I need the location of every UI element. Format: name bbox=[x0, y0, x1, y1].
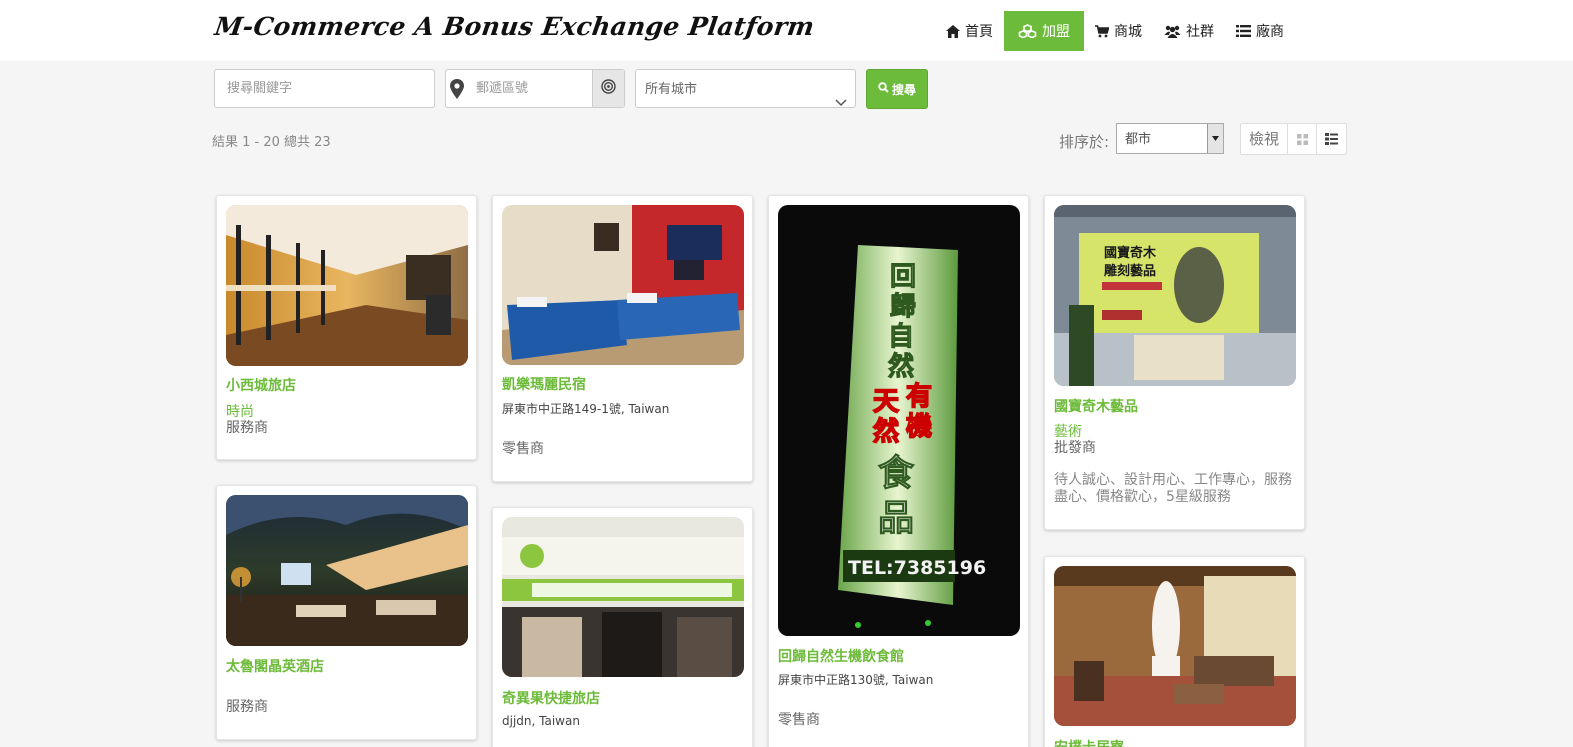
city-select[interactable]: 所有城市 bbox=[635, 69, 856, 108]
store-title[interactable]: 回歸自然生機飲食館 bbox=[778, 646, 904, 666]
grid-view-button[interactable] bbox=[1288, 124, 1318, 154]
chevron-down-icon bbox=[835, 84, 847, 124]
dropdown-arrow-icon bbox=[1207, 124, 1223, 153]
list-view-button[interactable] bbox=[1317, 124, 1346, 154]
cubes-icon bbox=[1018, 24, 1037, 38]
home-icon bbox=[946, 24, 960, 38]
sign-text: 然 bbox=[888, 351, 914, 382]
sign-text: 回 bbox=[890, 262, 916, 292]
store-card[interactable]: 小西城旅店 時尚 服務商 bbox=[216, 195, 477, 460]
nav-item-vendors[interactable]: 廠商 bbox=[1225, 11, 1295, 51]
cart-icon bbox=[1095, 24, 1109, 38]
nav-item-home[interactable]: 首頁 bbox=[935, 11, 1004, 51]
view-label: 檢視 bbox=[1241, 124, 1289, 154]
view-toggle-group: 檢視 bbox=[1240, 123, 1348, 155]
store-type: 批發商 bbox=[1054, 440, 1096, 456]
sort-select[interactable]: 都市 bbox=[1116, 123, 1224, 154]
sign-text: 雕刻藝品 bbox=[1104, 263, 1156, 279]
store-title[interactable]: 安樸卡居寮 bbox=[1054, 737, 1124, 747]
store-card[interactable]: 凱樂瑪麗民宿 屏東市中正路149-1號, Taiwan 零售商 bbox=[492, 195, 753, 482]
grid-icon bbox=[1296, 130, 1308, 149]
store-photo[interactable]: 國寶奇木 雕刻藝品 bbox=[1054, 205, 1296, 386]
store-address: 屏東市中正路130號, Taiwan bbox=[778, 673, 934, 687]
store-title[interactable]: 國寶奇木藝品 bbox=[1054, 396, 1138, 416]
store-card[interactable]: 國寶奇木 雕刻藝品 國寶奇木藝品 藝術 批發商 待人誠心、設計用心、工作專心，服… bbox=[1044, 195, 1305, 530]
store-address: djjdn, Taiwan bbox=[502, 714, 580, 728]
sign-text: 自 bbox=[888, 321, 914, 352]
store-card[interactable]: 奇異果快捷旅店 djjdn, Taiwan bbox=[492, 507, 753, 747]
store-card[interactable]: 安樸卡居寮 bbox=[1044, 556, 1305, 747]
keyword-search-input[interactable]: 搜尋關鍵字 bbox=[214, 69, 435, 108]
zip-field-group: 郵遞區號 bbox=[445, 69, 625, 108]
sort-label: 排序於: bbox=[1059, 133, 1110, 151]
users-icon bbox=[1164, 25, 1181, 38]
zip-code-input[interactable]: 郵遞區號 bbox=[476, 70, 593, 107]
nav-label: 社群 bbox=[1186, 24, 1214, 40]
store-photo[interactable]: 回 歸 自 然 天 有 然 機 食 品 TEL:7385196 bbox=[778, 205, 1020, 636]
brand-logo[interactable]: M-Commerce A Bonus Exchange Platform bbox=[213, 12, 816, 41]
store-type: 零售商 bbox=[778, 712, 820, 728]
main-nav: 首頁 加盟 商城 社群 廠商 bbox=[935, 11, 1295, 51]
search-button[interactable]: 搜尋 bbox=[866, 69, 928, 109]
list-icon bbox=[1236, 25, 1251, 37]
sign-text: TEL:7385196 bbox=[848, 557, 986, 579]
sign-text: 有 bbox=[906, 382, 932, 412]
sort-select-value: 都市 bbox=[1125, 132, 1152, 147]
store-title[interactable]: 太魯閣晶英酒店 bbox=[226, 656, 324, 676]
store-card[interactable]: 太魯閣晶英酒店 服務商 bbox=[216, 485, 477, 740]
store-title[interactable]: 凱樂瑪麗民宿 bbox=[502, 374, 586, 394]
store-description: 待人誠心、設計用心、工作專心，服務盡心、價格歡心，5星級服務 bbox=[1054, 472, 1292, 505]
store-type: 服務商 bbox=[226, 699, 268, 715]
locate-me-button[interactable] bbox=[592, 70, 624, 107]
nav-item-join[interactable]: 加盟 bbox=[1004, 11, 1084, 51]
nav-label: 加盟 bbox=[1042, 24, 1070, 40]
nav-item-mall[interactable]: 商城 bbox=[1084, 11, 1153, 51]
nav-label: 首頁 bbox=[965, 24, 993, 40]
sign-text: 然 bbox=[873, 416, 899, 447]
city-select-value: 所有城市 bbox=[645, 82, 698, 97]
site-header: M-Commerce A Bonus Exchange Platform 首頁 … bbox=[0, 0, 1573, 61]
map-marker-icon bbox=[449, 79, 465, 103]
store-photo[interactable] bbox=[502, 517, 744, 677]
nav-label: 商城 bbox=[1114, 24, 1142, 40]
nav-label: 廠商 bbox=[1256, 24, 1284, 40]
sign-text: 天 bbox=[873, 387, 899, 417]
store-card[interactable]: 回 歸 自 然 天 有 然 機 食 品 TEL:7385196 回歸自然生機飲食… bbox=[768, 195, 1029, 747]
store-title[interactable]: 奇異果快捷旅店 bbox=[502, 688, 600, 708]
list-view-icon bbox=[1325, 130, 1339, 149]
sign-text: 食 bbox=[878, 453, 915, 494]
store-photo[interactable] bbox=[226, 205, 468, 366]
crosshair-icon bbox=[601, 79, 616, 98]
nav-item-community[interactable]: 社群 bbox=[1153, 11, 1225, 51]
store-photo[interactable] bbox=[502, 205, 744, 365]
store-type: 服務商 bbox=[226, 420, 268, 436]
sign-text: 國寶奇木 bbox=[1104, 245, 1157, 261]
store-photo[interactable] bbox=[226, 495, 468, 646]
store-title[interactable]: 小西城旅店 bbox=[226, 375, 296, 395]
search-button-label: 搜尋 bbox=[891, 82, 916, 97]
store-address: 屏東市中正路149-1號, Taiwan bbox=[502, 402, 670, 416]
sign-text: 品 bbox=[878, 498, 914, 539]
sign-text: 機 bbox=[906, 412, 932, 442]
store-type: 零售商 bbox=[502, 441, 544, 457]
sign-text: 歸 bbox=[890, 291, 916, 322]
search-icon bbox=[878, 82, 892, 96]
store-photo[interactable] bbox=[1054, 566, 1296, 726]
results-summary: 結果 1 - 20 總共 23 bbox=[212, 135, 331, 150]
